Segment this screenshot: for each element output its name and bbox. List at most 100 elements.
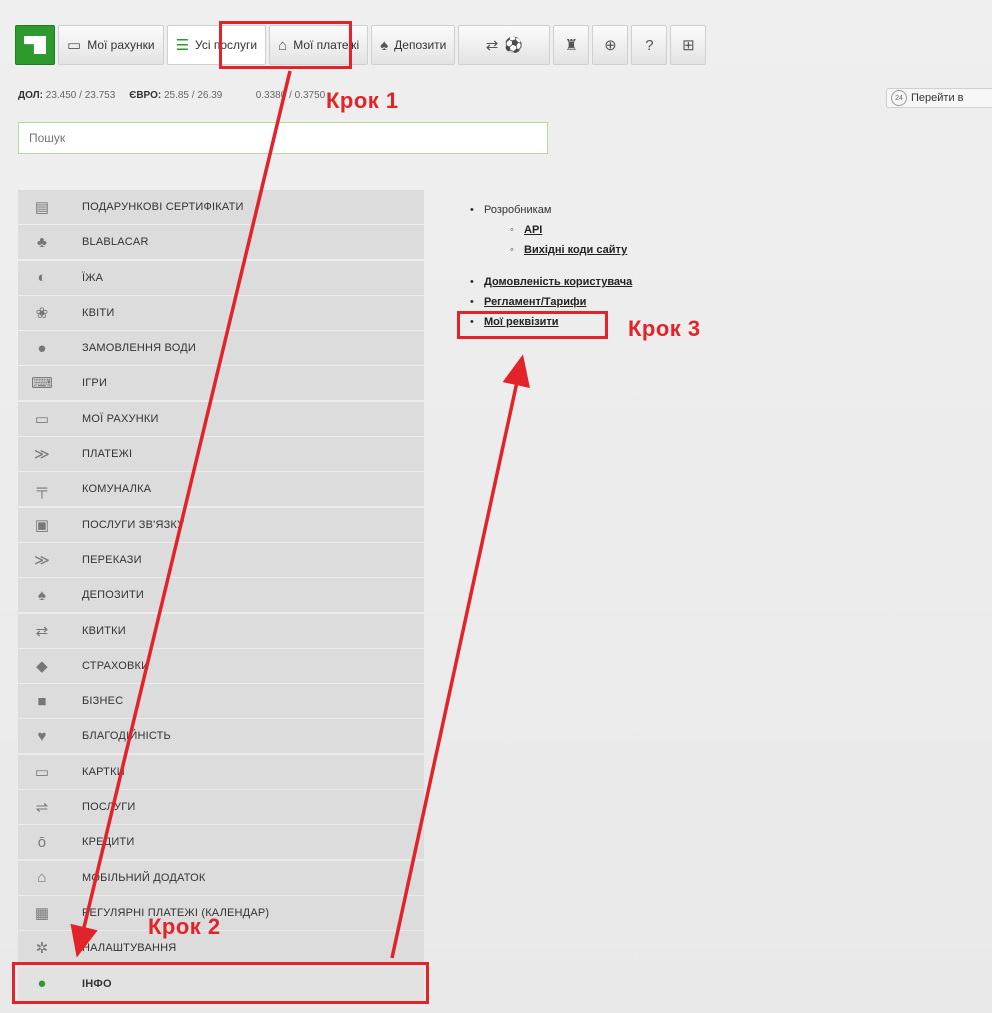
step3-label: Крок 3 <box>628 316 701 341</box>
sidebar-item-label: БЛАГОДІЙНІСТЬ <box>82 730 171 743</box>
sidebar-item[interactable]: ō КРЕДИТИ <box>18 825 424 860</box>
developers-item: Розробникам API Вихідні коди сайту <box>470 200 632 260</box>
top-toolbar: ▭ Мої рахунки ☰ Усі послуги ⌂ Мої платеж… <box>15 20 992 70</box>
developers-label: Розробникам <box>484 204 552 216</box>
usd-rate: 23.450 / 23.753 <box>45 90 116 101</box>
sidebar-item-label: ПОДАРУНКОВІ СЕРТИФІКАТИ <box>82 201 244 213</box>
help-icon: ? <box>645 36 654 54</box>
sidebar-item-label: BLABLACAR <box>82 236 149 249</box>
gift-card-icon: ▤ <box>34 199 50 216</box>
tickets-icon: ⇄ <box>485 36 499 54</box>
sidebar-item[interactable]: ⇌ ПОСЛУГИ <box>18 790 424 825</box>
sidebar-item-label: ПЕРЕКАЗИ <box>82 553 142 566</box>
sidebar-item[interactable]: ◆ СТРАХОВКИ <box>18 648 424 683</box>
all-services-button[interactable]: ☰ Усі послуги <box>166 25 267 65</box>
handshake-icon: ⇌ <box>35 799 49 817</box>
rub-rate: 0.3380 / 0.3750 <box>255 90 326 101</box>
sidebar-item[interactable]: ▭ КАРТКИ <box>18 754 424 789</box>
sidebar-item[interactable]: ● ІНФО <box>18 966 424 1001</box>
sidebar-item-label: КОМУНАЛКА <box>82 483 152 496</box>
services-sidebar: ▤ ПОДАРУНКОВІ СЕРТИФІКАТИ ♣ BLABLACAR ◐ ЇЖА ❀ К… <box>18 190 424 1002</box>
money-bag-icon: ō <box>37 833 47 851</box>
user-agreement-link[interactable]: Домовленість користувача <box>484 276 632 288</box>
briefcase-icon: ■ <box>37 692 47 710</box>
sidebar-item-label: ЗАМОВЛЕННЯ ВОДИ <box>82 342 196 355</box>
sidebar-item-label: ПОСЛУГИ <box>82 801 136 814</box>
sidebar-item-label: СТРАХОВКИ <box>82 659 150 672</box>
sidebar-item[interactable]: ■ БІЗНЕС <box>18 684 424 719</box>
sidebar-item-label: НАЛАШТУВАННЯ <box>82 942 177 955</box>
faucet-icon: ╤ <box>36 480 48 498</box>
government-services-button[interactable]: ♜ <box>553 25 590 65</box>
sidebar-item-label: ІНФО <box>82 977 112 990</box>
card-icon: ▭ <box>34 410 50 428</box>
double-chevron-icon: ≫ <box>34 551 50 569</box>
my-requisites-link[interactable]: Мої реквізити <box>484 316 559 328</box>
help-button[interactable]: ? <box>631 25 668 65</box>
eur-label: ЄВРО: <box>129 90 162 101</box>
sidebar-item[interactable]: ♣ BLABLACAR <box>18 225 424 260</box>
sidebar-item[interactable]: ⇄ КВИТКИ <box>18 613 424 648</box>
search-input[interactable] <box>18 122 548 154</box>
sidebar-item[interactable]: ⌂ МОБІЛЬНИЙ ДОДАТОК <box>18 860 424 895</box>
gear-icon: ✲ <box>35 940 49 958</box>
eur-rate: 25.85 / 26.39 <box>163 90 223 101</box>
sidebar-item-label: ІГРИ <box>82 377 108 390</box>
api-link[interactable]: API <box>524 224 542 236</box>
goto-button[interactable]: 24 Перейти в <box>886 88 992 108</box>
sidebar-item-label: ЇЖА <box>82 271 104 284</box>
info-content: Розробникам API Вихідні коди сайту Домов… <box>470 200 632 332</box>
sidebar-item[interactable]: ♥ БЛАГОДІЙНІСТЬ <box>18 719 424 754</box>
my-accounts-label: Мої рахунки <box>87 38 155 52</box>
tickets-button[interactable]: ⇄ ⚽ <box>458 25 551 65</box>
usd-label: ДОЛ: <box>18 90 43 101</box>
sidebar-item[interactable]: ▦ РЕГУЛЯРНІ ПЛАТЕЖІ (КАЛЕНДАР) <box>18 895 424 930</box>
shield-icon: ◆ <box>36 657 48 675</box>
card-icon: ▭ <box>67 36 82 54</box>
gamepad-icon: ⌨ <box>31 375 53 393</box>
exchange-button[interactable]: ⊕ <box>592 25 629 65</box>
source-code-link[interactable]: Вихідні коди сайту <box>524 244 627 256</box>
my-accounts-button[interactable]: ▭ Мої рахунки <box>58 25 164 65</box>
heart-hand-icon: ♥ <box>37 727 47 745</box>
tickets-icon: ⇄ <box>35 622 49 640</box>
water-drop-icon: ● <box>37 339 47 357</box>
sidebar-item[interactable]: ╤ КОМУНАЛКА <box>18 472 424 507</box>
cart-button[interactable]: ⊞ <box>670 25 707 65</box>
deposits-button[interactable]: ♠ Депозити <box>371 25 456 65</box>
sidebar-item[interactable]: ● ЗАМОВЛЕННЯ ВОДИ <box>18 331 424 366</box>
sidebar-item-label: МОБІЛЬНИЙ ДОДАТОК <box>82 871 206 884</box>
sidebar-item-label: ПОСЛУГИ ЗВ'ЯЗКУ <box>82 518 185 531</box>
sidebar-item[interactable]: ▭ МОЇ РАХУНКИ <box>18 401 424 436</box>
sidebar-item[interactable]: ▤ ПОДАРУНКОВІ СЕРТИФІКАТИ <box>18 190 424 224</box>
sidebar-item[interactable]: ◐ ЇЖА <box>18 260 424 295</box>
sidebar-item[interactable]: ⌨ ІГРИ <box>18 366 424 401</box>
deposits-label: Депозити <box>394 38 447 52</box>
my-payments-button[interactable]: ⌂ Мої платежі <box>269 25 369 65</box>
sidebar-item[interactable]: ♠ ДЕПОЗИТИ <box>18 578 424 613</box>
sidebar-item[interactable]: ▣ ПОСЛУГИ ЗВ'ЯЗКУ <box>18 507 424 542</box>
info-icon: ● <box>37 975 47 993</box>
step2-label: Крок 2 <box>148 914 221 939</box>
sidebar-item[interactable]: ❀ КВІТИ <box>18 295 424 330</box>
flower-icon: ❀ <box>35 304 49 322</box>
cart-icon: ⊞ <box>682 36 695 54</box>
mobile-app-icon: ⌂ <box>37 869 47 887</box>
sidebar-item[interactable]: ✲ НАЛАШТУВАННЯ <box>18 931 424 966</box>
sidebar-item[interactable]: ≫ ПЕРЕКАЗИ <box>18 542 424 577</box>
sidebar-item-label: МОЇ РАХУНКИ <box>82 412 159 425</box>
sidebar-item[interactable]: ≫ ПЛАТЕЖІ <box>18 437 424 472</box>
sidebar-item-label: ДЕПОЗИТИ <box>82 589 145 602</box>
exchange-rates: ДОЛ: 23.450 / 23.753 ЄВРО: 25.85 / 26.39… <box>18 90 325 101</box>
football-icon: ⚽ <box>504 36 524 54</box>
list-icon: ☰ <box>175 36 190 54</box>
trident-icon: ♜ <box>564 36 579 54</box>
privatbank-logo[interactable] <box>15 25 55 65</box>
badge-24-icon: 24 <box>891 90 907 106</box>
sidebar-item-label: КРЕДИТИ <box>82 836 135 849</box>
tariffs-link[interactable]: Регламент/Тарифи <box>484 296 586 308</box>
piggy-bank-icon: ♠ <box>37 586 47 604</box>
sidebar-item-label: КВИТКИ <box>82 624 126 637</box>
blablacar-icon: ♣ <box>36 233 48 251</box>
logo-mark-icon <box>24 36 46 54</box>
